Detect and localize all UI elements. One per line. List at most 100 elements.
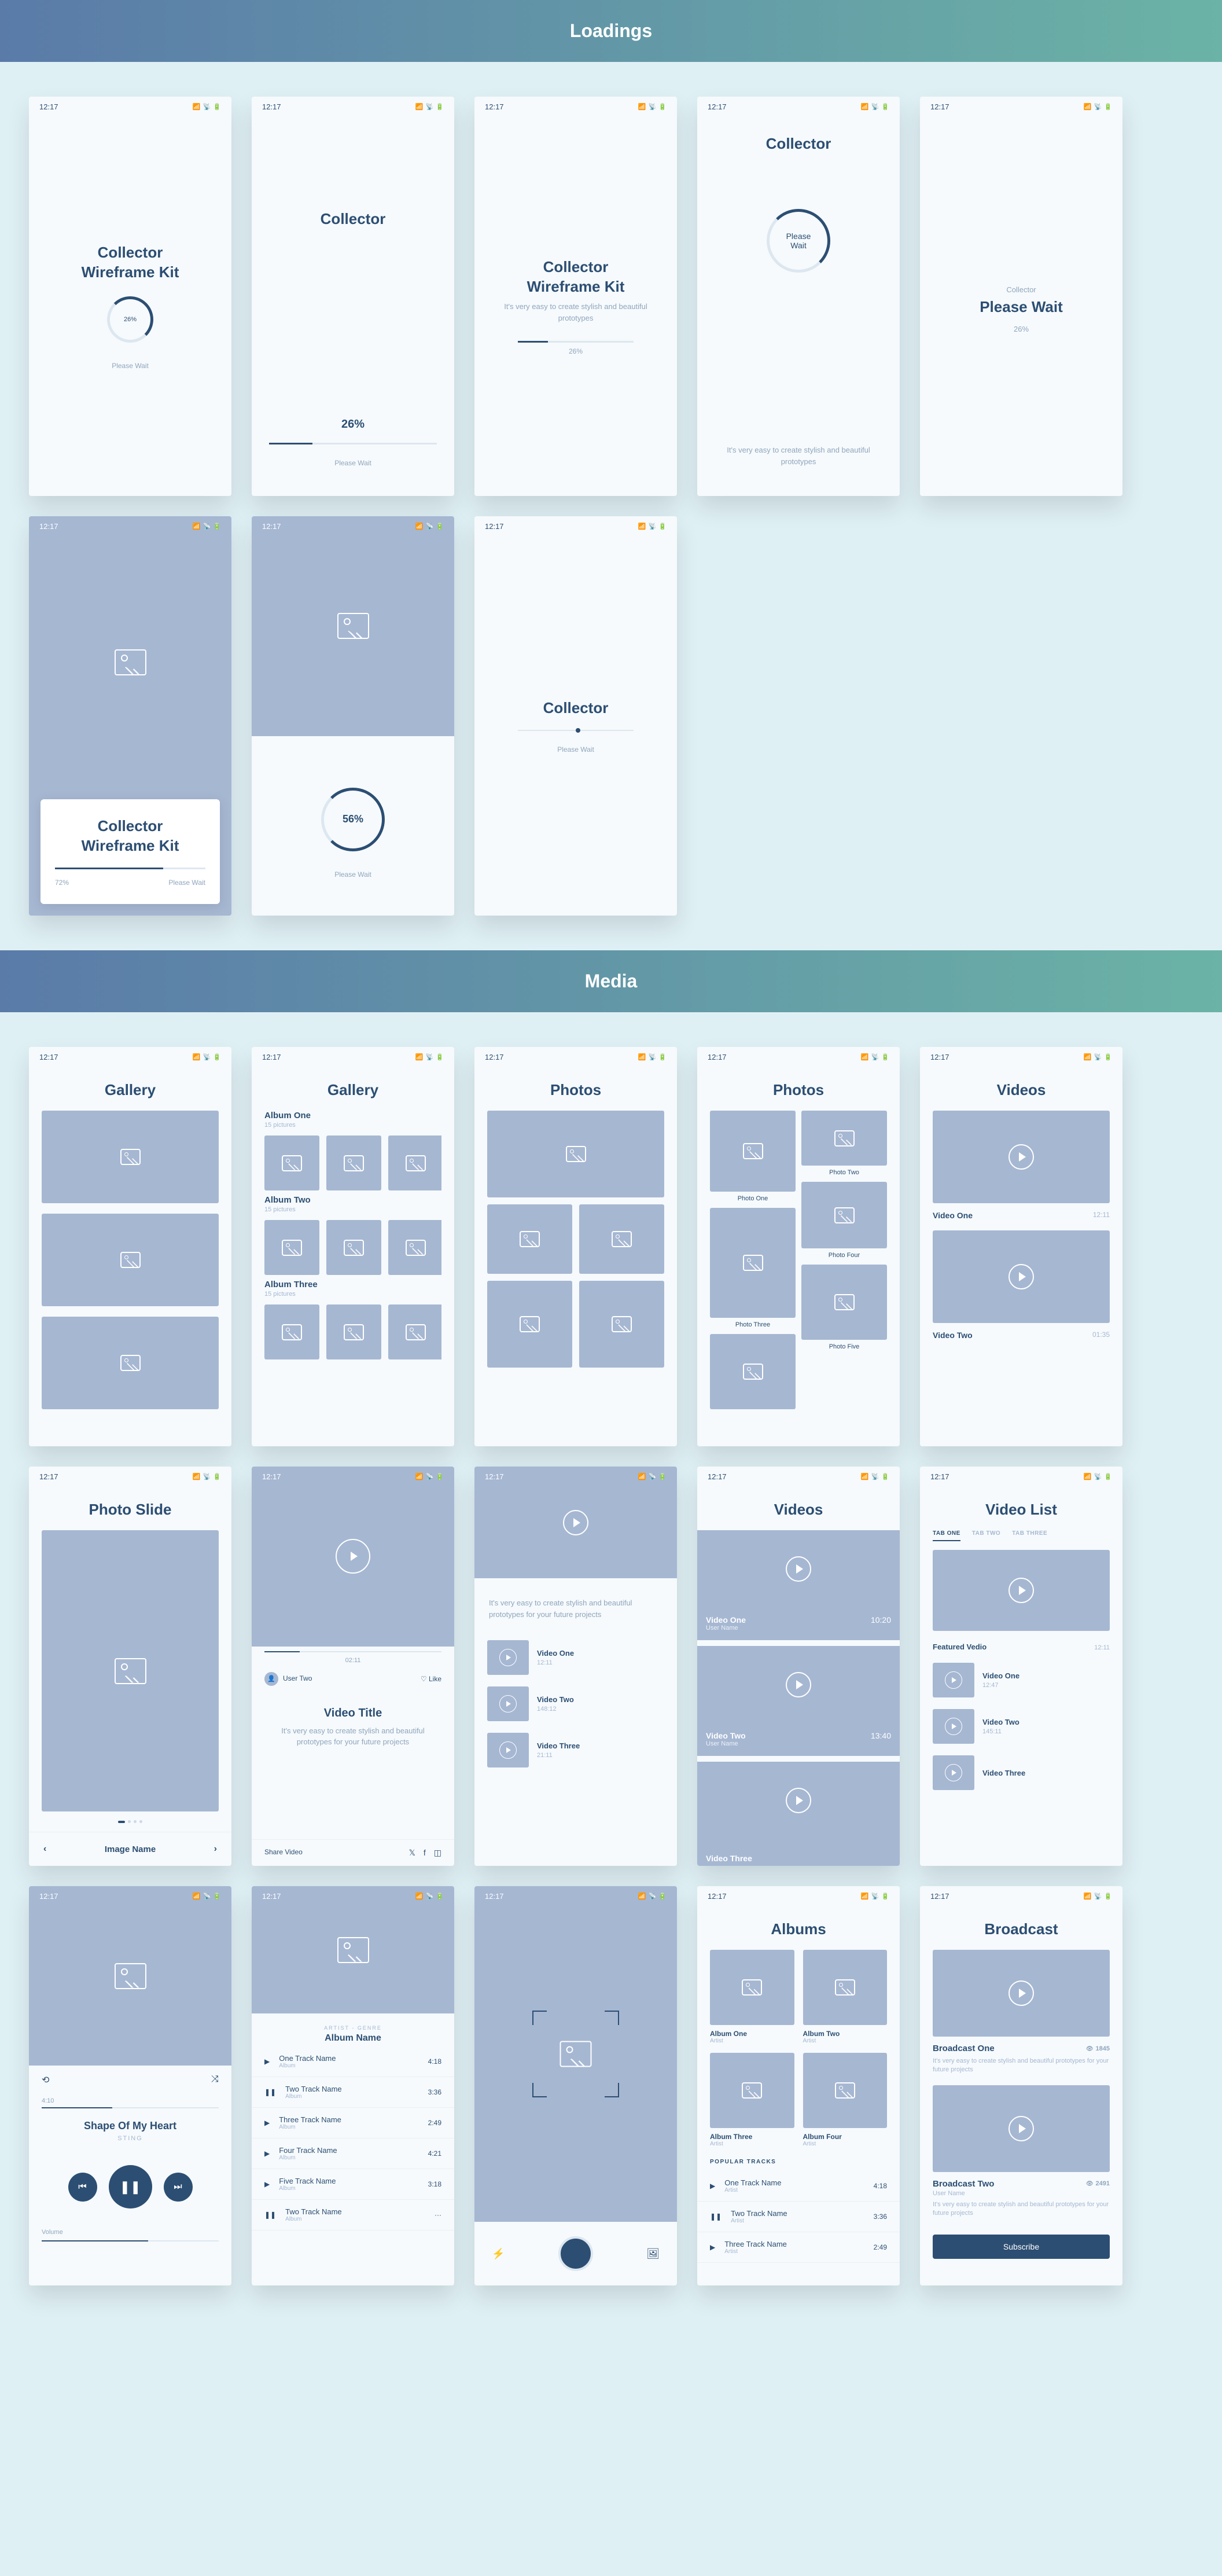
shuffle-icon[interactable]: ⤨ xyxy=(211,2074,219,2086)
broadcast-desc: It's very easy to create stylish and bea… xyxy=(933,2057,1110,2075)
album-card[interactable]: Album OneArtist xyxy=(710,1950,794,2044)
wifi-icon: 📡 xyxy=(1094,1053,1102,1061)
prev-button[interactable]: ‹ xyxy=(43,1844,46,1854)
track-row[interactable]: ▶Four Track NameAlbum4:21 xyxy=(252,2138,454,2169)
video-list-item[interactable]: Video One12:47 xyxy=(920,1657,1122,1703)
wifi-icon: 📡 xyxy=(1094,1473,1102,1480)
track-row[interactable]: ❚❚Two Track NameAlbum··· xyxy=(252,2200,454,2230)
shutter-button[interactable] xyxy=(558,2236,593,2271)
like-button[interactable]: ♡ Like xyxy=(421,1675,441,1683)
signal-icon: 📶 xyxy=(193,1053,201,1061)
video-list-item[interactable]: Video Three xyxy=(920,1750,1122,1796)
album-thumb[interactable] xyxy=(326,1220,381,1275)
status-icons: 📶📡🔋 xyxy=(415,522,444,531)
album-thumb[interactable] xyxy=(388,1304,441,1359)
video-list-item[interactable]: Video Three21:11 xyxy=(474,1727,677,1773)
gallery-icon[interactable]: 🖼 xyxy=(646,2248,660,2260)
track-name: Five Track Name xyxy=(279,2177,418,2185)
tab-two[interactable]: TAB TWO xyxy=(972,1530,1000,1541)
pagination-dots[interactable] xyxy=(29,1811,231,1832)
photo-item[interactable] xyxy=(801,1182,887,1248)
facebook-icon[interactable]: f xyxy=(424,1848,426,1858)
status-bar: 12:17📶📡🔋 xyxy=(920,1886,1122,1906)
next-button[interactable]: › xyxy=(214,1844,217,1854)
next-track-button[interactable]: ⏭ xyxy=(164,2173,193,2202)
signal-icon: 📶 xyxy=(193,1893,201,1900)
track-name: Three Track Name xyxy=(724,2240,864,2248)
username: User Two xyxy=(283,1674,312,1682)
video-user: User Name xyxy=(706,1740,746,1747)
spinner-icon: 26% xyxy=(107,296,153,343)
gallery-item[interactable] xyxy=(42,1317,219,1409)
prev-track-button[interactable]: ⏮ xyxy=(68,2173,97,2202)
track-row[interactable]: ❚❚Two Track NameArtist3:36 xyxy=(697,2202,900,2232)
status-bar: 12:17📶📡🔋 xyxy=(474,1047,677,1067)
wifi-icon: 📡 xyxy=(871,1473,879,1480)
video-scrubber[interactable]: 02:11 xyxy=(252,1647,454,1664)
video-card[interactable]: Video Three xyxy=(697,1762,900,1866)
progress-bar xyxy=(518,341,634,343)
video-card[interactable]: Video TwoUser Name13:40 xyxy=(697,1646,900,1756)
video-player[interactable]: 12:17📶📡🔋 xyxy=(474,1467,677,1578)
photo-item[interactable] xyxy=(801,1111,887,1166)
tab-three[interactable]: TAB THREE xyxy=(1012,1530,1047,1541)
track-row[interactable]: ▶Three Track NameAlbum2:49 xyxy=(252,2108,454,2138)
photo-item[interactable] xyxy=(579,1204,664,1274)
video-list-item[interactable]: Video One12:11 xyxy=(474,1634,677,1681)
photo-item[interactable] xyxy=(710,1111,796,1192)
photo-item[interactable] xyxy=(710,1208,796,1318)
twitter-icon[interactable]: 𝕏 xyxy=(409,1848,415,1858)
album-card[interactable]: Album TwoArtist xyxy=(803,1950,888,2044)
featured-video[interactable] xyxy=(933,1550,1110,1631)
status-time: 12:17 xyxy=(485,1053,504,1061)
tab-one[interactable]: TAB ONE xyxy=(933,1530,960,1541)
video-item[interactable] xyxy=(933,1111,1110,1203)
video-list-item[interactable]: Video Two145:11 xyxy=(920,1703,1122,1750)
album-thumb[interactable] xyxy=(264,1136,319,1190)
album-thumb[interactable] xyxy=(264,1220,319,1275)
play-icon xyxy=(945,1764,962,1781)
video-player[interactable]: 12:17📶📡🔋 xyxy=(252,1467,454,1647)
broadcast-item[interactable] xyxy=(933,2085,1110,2172)
album-thumb[interactable] xyxy=(388,1136,441,1190)
gallery-albums-screen: 12:17📶📡🔋 Gallery Album One15 pictures Al… xyxy=(252,1047,454,1446)
seek-bar[interactable] xyxy=(42,2107,219,2108)
status-bar: 12:17📶📡🔋 xyxy=(252,97,454,117)
subscribe-button[interactable]: Subscribe xyxy=(933,2235,1110,2259)
play-icon xyxy=(945,1718,962,1735)
album-thumb[interactable] xyxy=(326,1304,381,1359)
track-row[interactable]: ▶Three Track NameArtist2:49 xyxy=(697,2232,900,2263)
track-row[interactable]: ▶One Track NameAlbum4:18 xyxy=(252,2046,454,2077)
video-card[interactable]: Video OneUser Name10:20 xyxy=(697,1530,900,1640)
album-card[interactable]: Album FourArtist xyxy=(803,2053,888,2147)
play-pause-button[interactable]: ❚❚ xyxy=(109,2165,152,2208)
video-list-item[interactable]: Video Two148:12 xyxy=(474,1681,677,1727)
gallery-item[interactable] xyxy=(42,1214,219,1306)
album-card[interactable]: Album ThreeArtist xyxy=(710,2053,794,2147)
track-row[interactable]: ▶One Track NameArtist4:18 xyxy=(697,2171,900,2202)
video-item[interactable] xyxy=(933,1230,1110,1323)
photo-item[interactable] xyxy=(487,1204,572,1274)
gallery-item[interactable] xyxy=(42,1111,219,1203)
photo-item[interactable] xyxy=(487,1111,664,1197)
track-artist: Artist xyxy=(731,2218,864,2224)
photo-item[interactable] xyxy=(487,1281,572,1368)
wifi-icon: 📡 xyxy=(1094,103,1102,111)
flash-icon[interactable]: ⚡ xyxy=(492,2248,505,2260)
volume-slider[interactable] xyxy=(42,2240,219,2241)
album-thumb[interactable] xyxy=(388,1220,441,1275)
broadcast-item[interactable] xyxy=(933,1950,1110,2037)
track-name: Four Track Name xyxy=(279,2146,418,2155)
photo-item[interactable] xyxy=(710,1334,796,1409)
track-row[interactable]: ❚❚Two Track NameAlbum3:36 xyxy=(252,2077,454,2108)
slide-image[interactable] xyxy=(42,1530,219,1811)
album-thumb[interactable] xyxy=(264,1304,319,1359)
album-thumb[interactable] xyxy=(326,1136,381,1190)
photo-item[interactable] xyxy=(801,1265,887,1340)
photo-item[interactable] xyxy=(579,1281,664,1368)
repeat-icon[interactable]: ⟲ xyxy=(42,2074,49,2086)
status-icons: 📶📡🔋 xyxy=(1084,1892,1112,1901)
status-icons: 📶📡🔋 xyxy=(861,1053,889,1061)
instagram-icon[interactable]: ◫ xyxy=(434,1848,441,1858)
track-row[interactable]: ▶Five Track NameAlbum3:18 xyxy=(252,2169,454,2200)
